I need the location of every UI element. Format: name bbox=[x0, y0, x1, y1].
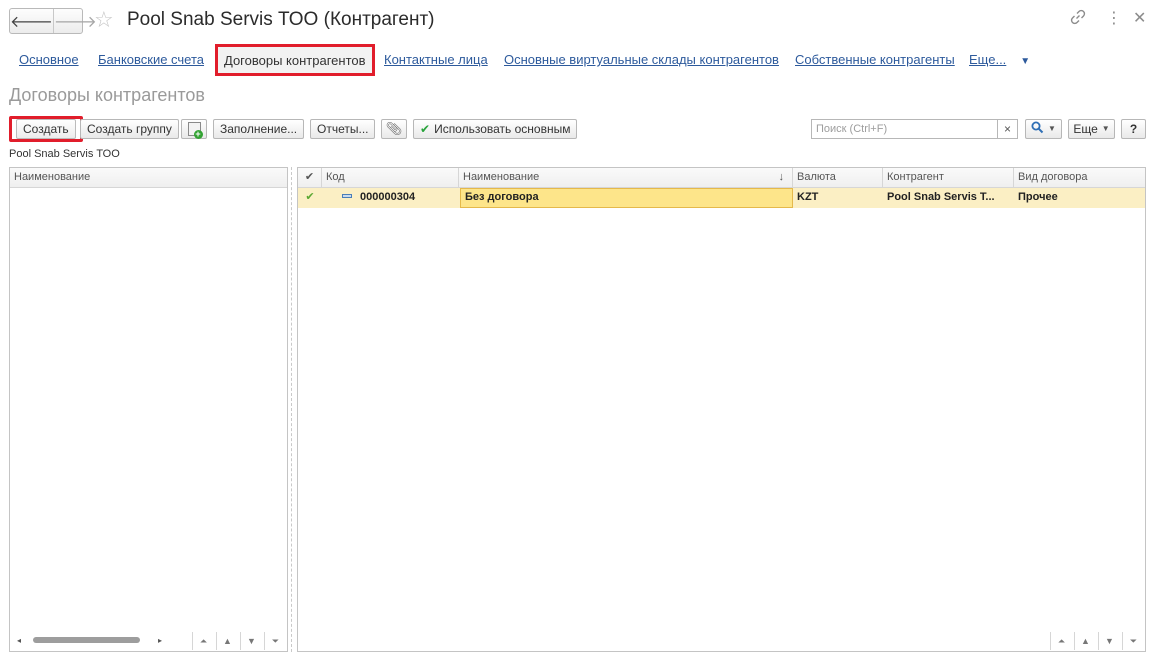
scroll-right-icon[interactable]: ▸ bbox=[158, 636, 162, 646]
group-tree-panel[interactable]: Наименование bbox=[9, 167, 288, 652]
tab-more[interactable]: Еще... ▼ bbox=[969, 52, 1030, 67]
forward-button[interactable]: 🡒 bbox=[52, 9, 97, 33]
cell-code: 000000304 bbox=[322, 188, 459, 208]
column-currency[interactable]: Валюта bbox=[793, 168, 883, 188]
add-copy-button[interactable] bbox=[181, 119, 207, 139]
checkmark-icon[interactable]: ✔ bbox=[298, 168, 322, 188]
page-up-button[interactable]: ▲ bbox=[1074, 632, 1096, 650]
search-input[interactable]: Поиск (Ctrl+F) bbox=[811, 119, 998, 139]
first-icon: ⏶ bbox=[199, 635, 208, 646]
page-up-button[interactable]: ▲ bbox=[216, 632, 238, 650]
vertical-dots-icon[interactable]: ⋮ bbox=[1106, 9, 1122, 29]
owner-label: Pool Snab Servis ТОО bbox=[9, 148, 120, 160]
group-tree-header[interactable]: Наименование bbox=[10, 168, 287, 188]
tab-bank-accounts[interactable]: Банковские счета bbox=[98, 52, 204, 67]
help-button[interactable]: ? bbox=[1121, 119, 1146, 139]
last-page-button[interactable]: ⏷ bbox=[264, 632, 286, 650]
checkmark-icon: ✔ bbox=[305, 191, 315, 203]
window-title: Pool Snab Servis ТОО (Контрагент) bbox=[127, 9, 435, 30]
arrow-right-icon: 🡒 bbox=[53, 13, 97, 31]
navigation-buttons: 🡐 🡒 bbox=[9, 8, 97, 34]
page-down-button[interactable]: ▼ bbox=[1098, 632, 1120, 650]
contracts-grid[interactable]: ✔ Код Наименование ↓ Валюта Контрагент В… bbox=[297, 167, 1146, 652]
page-down-button[interactable]: ▼ bbox=[240, 632, 262, 650]
first-icon: ⏶ bbox=[1057, 635, 1066, 646]
chevron-down-icon: ▼ bbox=[1101, 124, 1110, 133]
up-icon: ▲ bbox=[223, 636, 232, 646]
cell-name[interactable]: Без договора bbox=[460, 188, 793, 208]
add-document-icon bbox=[187, 122, 203, 139]
scroll-left-icon[interactable]: ◂ bbox=[17, 636, 21, 646]
first-page-button[interactable]: ⏶ bbox=[192, 632, 214, 650]
magnifier-icon bbox=[1031, 121, 1044, 137]
tab-main[interactable]: Основное bbox=[19, 52, 79, 67]
star-icon[interactable]: ☆ bbox=[94, 7, 114, 33]
group-tree-header-label: Наименование bbox=[14, 171, 91, 183]
chevron-down-icon: ▼ bbox=[1048, 124, 1056, 133]
panel-splitter[interactable] bbox=[291, 167, 292, 652]
tab-contracts[interactable]: Договоры контрагентов bbox=[215, 44, 375, 76]
close-icon: × bbox=[1003, 122, 1011, 136]
table-row[interactable]: ✔ 000000304 Без договора KZT Pool Snab S… bbox=[298, 188, 1145, 208]
section-title: Договоры контрагентов bbox=[9, 85, 205, 105]
tab-bar: Основное Банковские счета Договоры контр… bbox=[0, 44, 1165, 76]
checkmark-icon: ✔ bbox=[420, 122, 431, 136]
tab-virtual-warehouses[interactable]: Основные виртуальные склады контрагентов bbox=[504, 52, 779, 67]
attachment-button[interactable]: 📎︎ bbox=[381, 119, 407, 139]
reports-button[interactable]: Отчеты... bbox=[310, 119, 376, 139]
use-as-main-button[interactable]: ✔ Использовать основным bbox=[413, 119, 578, 139]
create-button[interactable]: Создать bbox=[9, 116, 83, 142]
cell-currency: KZT bbox=[797, 191, 819, 203]
link-icon[interactable] bbox=[1070, 9, 1086, 31]
close-icon[interactable]: ✕ bbox=[1133, 9, 1146, 29]
tab-contact-persons[interactable]: Контактные лица bbox=[384, 52, 488, 67]
chevron-down-icon: ▼ bbox=[1020, 56, 1031, 67]
sort-down-icon: ↓ bbox=[778, 171, 785, 183]
column-name-label: Наименование bbox=[463, 171, 540, 183]
tab-more-label: Еще... bbox=[969, 52, 1007, 67]
back-button[interactable]: 🡐 bbox=[10, 9, 53, 33]
down-icon: ▼ bbox=[1105, 636, 1114, 646]
more-menu-button[interactable]: Еще ▼ bbox=[1068, 119, 1115, 139]
cell-code-value: 000000304 bbox=[360, 191, 416, 203]
arrow-left-icon: 🡐 bbox=[10, 13, 53, 31]
last-icon: ⏷ bbox=[271, 635, 280, 646]
cell-contract-type: Прочее bbox=[1018, 191, 1058, 203]
down-icon: ▼ bbox=[247, 636, 256, 646]
grid-header-row: ✔ Код Наименование ↓ Валюта Контрагент В… bbox=[298, 168, 1145, 188]
fill-button[interactable]: Заполнение... bbox=[213, 119, 305, 139]
search-options-button[interactable]: ▼ bbox=[1025, 119, 1062, 139]
column-name[interactable]: Наименование ↓ bbox=[459, 168, 793, 188]
use-as-main-label: Использовать основным bbox=[434, 122, 571, 136]
cell-counterparty: Pool Snab Servis Т... bbox=[887, 191, 995, 203]
column-contract-type[interactable]: Вид договора bbox=[1014, 168, 1145, 188]
tab-own-counterparties[interactable]: Собственные контрагенты bbox=[795, 52, 955, 67]
search-clear-button[interactable]: × bbox=[997, 119, 1018, 139]
more-menu-label: Еще bbox=[1073, 122, 1098, 136]
create-group-button[interactable]: Создать группу bbox=[80, 119, 179, 139]
column-code[interactable]: Код bbox=[322, 168, 459, 188]
paperclip-icon: 📎︎ bbox=[385, 121, 403, 136]
first-page-button[interactable]: ⏶ bbox=[1050, 632, 1072, 650]
column-counterparty[interactable]: Контрагент bbox=[883, 168, 1014, 188]
create-button-label: Создать bbox=[16, 119, 76, 139]
last-page-button[interactable]: ⏷ bbox=[1122, 632, 1144, 650]
last-icon: ⏷ bbox=[1129, 635, 1138, 646]
horizontal-scrollbar[interactable] bbox=[33, 637, 140, 643]
item-icon bbox=[342, 194, 352, 199]
up-icon: ▲ bbox=[1081, 636, 1090, 646]
